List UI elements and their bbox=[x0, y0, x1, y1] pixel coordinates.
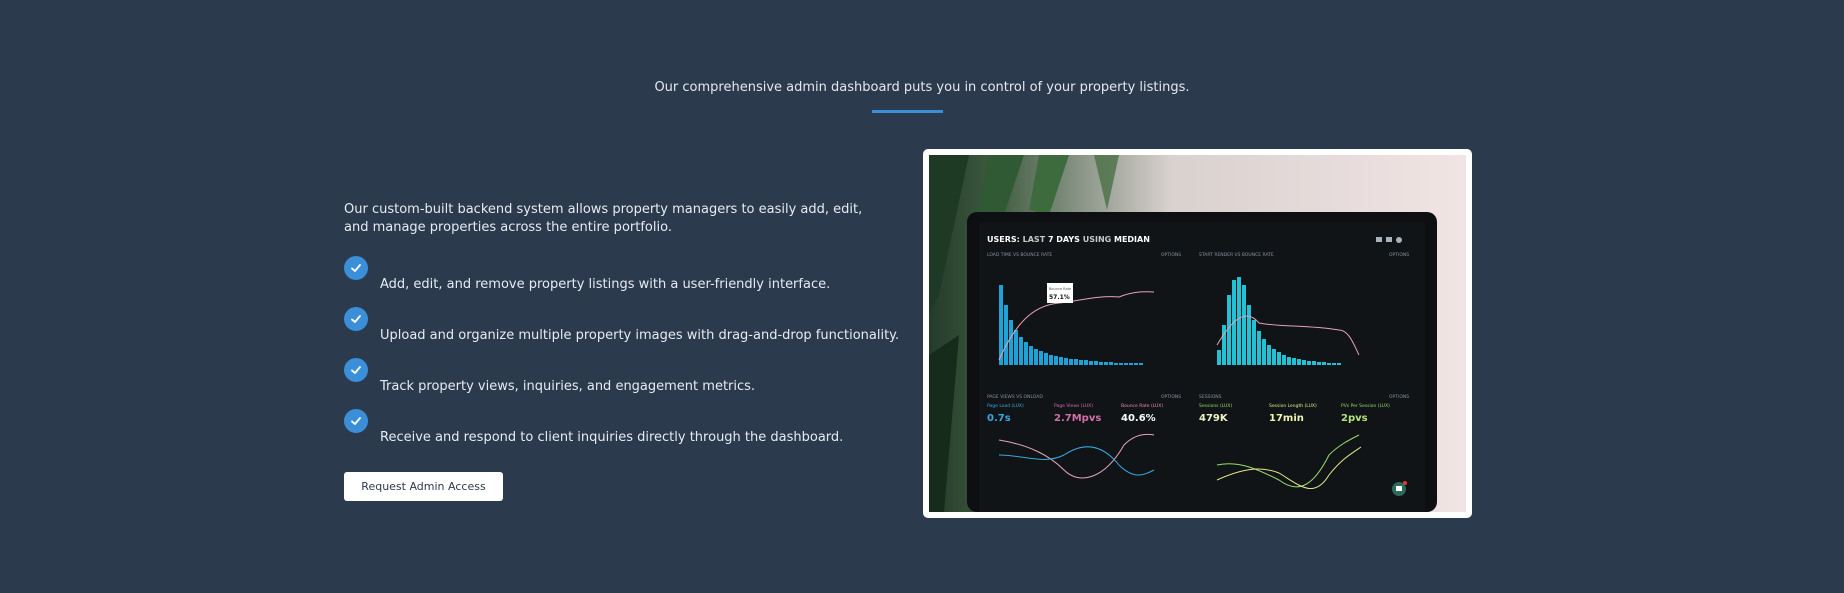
feature-list: Add, edit, and remove property listings … bbox=[344, 256, 904, 460]
request-admin-access-button[interactable]: Request Admin Access bbox=[344, 472, 503, 501]
panel-title: LOAD TIME VS BOUNCE RATE bbox=[987, 252, 1052, 258]
feature-text: Upload and organize multiple property im… bbox=[380, 328, 900, 343]
check-icon bbox=[344, 307, 368, 331]
check-icon bbox=[344, 409, 368, 433]
feature-item: Track property views, inquiries, and eng… bbox=[344, 358, 904, 409]
metric-value: 40.6% bbox=[1121, 413, 1156, 424]
panel-options: OPTIONS bbox=[1389, 394, 1409, 400]
dashboard-photo: USERS: LAST 7 DAYS USING MEDIAN LOAD TIM… bbox=[929, 155, 1466, 512]
title-underline bbox=[872, 110, 943, 113]
screen-heading: USERS: LAST 7 DAYS USING MEDIAN bbox=[987, 235, 1150, 244]
panel-title: START RENDER VS BOUNCE RATE bbox=[1199, 252, 1274, 258]
tooltip-label: Bounce Rate bbox=[1049, 287, 1071, 291]
metric-label: Page Load (LUX) bbox=[987, 403, 1024, 409]
heading-users: USERS: bbox=[987, 235, 1023, 244]
metric-value: 479K bbox=[1199, 413, 1229, 424]
metric-label: PVs Per Session (LUX) bbox=[1341, 403, 1390, 409]
heading-median: MEDIAN bbox=[1114, 235, 1150, 244]
panel-options: OPTIONS bbox=[1161, 394, 1181, 400]
metric-label: Page Views (LUX) bbox=[1054, 403, 1093, 409]
feature-item: Add, edit, and remove property listings … bbox=[344, 256, 904, 307]
feature-text: Receive and respond to client inquiries … bbox=[380, 430, 844, 445]
tooltip-value: 57.1% bbox=[1049, 294, 1070, 301]
metric-value: 0.7s bbox=[987, 413, 1011, 424]
metric-value: 2.7Mpvs bbox=[1054, 413, 1101, 424]
panel-options: OPTIONS bbox=[1161, 252, 1181, 258]
metric-value: 2pvs bbox=[1341, 413, 1368, 424]
feature-text: Track property views, inquiries, and eng… bbox=[380, 379, 756, 394]
check-icon bbox=[344, 256, 368, 280]
panel-options: OPTIONS bbox=[1389, 252, 1409, 258]
dashboard-image-frame: USERS: LAST 7 DAYS USING MEDIAN LOAD TIM… bbox=[923, 149, 1472, 518]
metric-label: Session Length (LUX) bbox=[1269, 403, 1317, 409]
panel-title: PAGE VIEWS VS ONLOAD bbox=[987, 394, 1043, 400]
feature-item: Upload and organize multiple property im… bbox=[344, 307, 904, 358]
heading-using: USING bbox=[1083, 235, 1114, 244]
notification-dot bbox=[1403, 481, 1407, 485]
feature-text: Add, edit, and remove property listings … bbox=[380, 277, 831, 292]
heading-last: LAST bbox=[1023, 235, 1048, 244]
heading-days: 7 DAYS bbox=[1048, 235, 1083, 244]
chat-icon-glyph bbox=[1396, 486, 1402, 491]
metric-value: 17min bbox=[1269, 413, 1304, 424]
feature-item: Receive and respond to client inquiries … bbox=[344, 409, 904, 460]
laptop-screen bbox=[979, 223, 1425, 512]
check-icon bbox=[344, 358, 368, 382]
section-subtitle: Our comprehensive admin dashboard puts y… bbox=[654, 80, 1190, 95]
metric-label: Bounce Rate (LUX) bbox=[1121, 403, 1163, 409]
intro-text: Our custom-built backend system allows p… bbox=[344, 202, 863, 235]
metric-label: Sessions (LUX) bbox=[1199, 403, 1232, 409]
panel-title: SESSIONS bbox=[1199, 394, 1222, 400]
